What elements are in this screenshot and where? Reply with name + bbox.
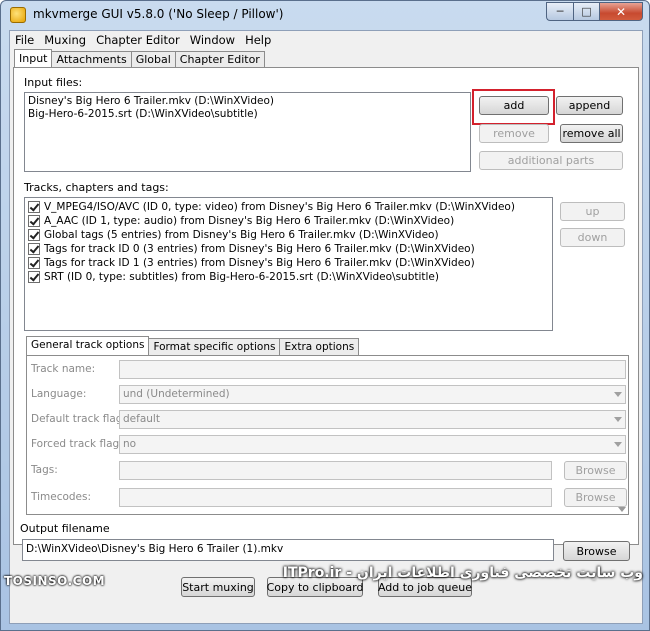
track-options-tabs: General track options Format specific op… [26,336,360,355]
checkbox-icon[interactable] [28,215,40,227]
client-area: File Muxing Chapter Editor Window Help I… [9,30,643,624]
track-item-audio[interactable]: A_AAC (ID 1, type: audio) from Disney's … [28,215,454,227]
maximize-button[interactable]: □ [573,2,599,21]
menu-help[interactable]: Help [240,31,276,49]
forced-flag-select[interactable]: no [119,435,626,454]
language-value: und (Undetermined) [123,388,230,400]
tab-format-specific-options[interactable]: Format specific options [148,338,281,355]
checkbox-icon[interactable] [28,243,40,255]
start-muxing-button[interactable]: Start muxing [181,577,255,597]
move-down-button[interactable]: down [560,228,625,247]
default-flag-value: default [123,413,160,425]
input-tab-panel: Input files: Disney's Big Hero 6 Trailer… [13,67,639,545]
tab-global[interactable]: Global [130,51,176,67]
timecodes-input[interactable] [119,488,552,507]
checkbox-icon[interactable] [28,229,40,241]
tracks-label: Tracks, chapters and tags: [24,181,169,194]
tags-label: Tags: [31,464,58,476]
track-item-label: V_MPEG4/ISO/AVC (ID 0, type: video) from… [44,201,515,213]
input-file-item[interactable]: Big-Hero-6-2015.srt (D:\WinXVideo\subtit… [28,108,258,120]
timecodes-browse-button[interactable]: Browse [564,488,627,507]
track-item-label: A_AAC (ID 1, type: audio) from Disney's … [44,215,455,227]
chevron-down-icon [614,417,622,422]
track-name-label: Track name: [31,363,96,375]
track-item-global-tags[interactable]: Global tags (5 entries) from Disney's Bi… [28,229,439,241]
tags-browse-button[interactable]: Browse [564,461,627,480]
title-bar[interactable]: mkvmerge GUI v5.8.0 ('No Sleep / Pillow'… [1,1,649,29]
input-file-item[interactable]: Disney's Big Hero 6 Trailer.mkv (D:\WinX… [28,95,274,107]
forced-flag-label: Forced track flag: [31,438,123,450]
checkbox-icon[interactable] [28,201,40,213]
menu-window[interactable]: Window [185,31,240,49]
watermark-itpro: وب سایت تخصصی فناوری اطلاعات ایران - ITP… [282,565,643,581]
track-item-video[interactable]: V_MPEG4/ISO/AVC (ID 0, type: video) from… [28,201,515,213]
language-label: Language: [31,388,87,400]
default-flag-label: Default track flag: [31,413,127,425]
default-flag-select[interactable]: default [119,410,626,429]
track-name-input[interactable] [119,360,626,379]
track-item-tags-1[interactable]: Tags for track ID 1 (3 entries) from Dis… [28,257,475,269]
input-files-label: Input files: [24,76,83,89]
forced-flag-value: no [123,438,137,450]
tab-general-track-options[interactable]: General track options [26,336,150,355]
checkbox-icon[interactable] [28,257,40,269]
caption-buttons: ─ □ ✕ [546,2,643,21]
remove-button[interactable]: remove [479,124,549,143]
track-item-tags-0[interactable]: Tags for track ID 0 (3 entries) from Dis… [28,243,475,255]
timecodes-label: Timecodes: [31,491,92,503]
checkbox-icon[interactable] [28,271,40,283]
tab-extra-options[interactable]: Extra options [279,338,360,355]
window-title: mkvmerge GUI v5.8.0 ('No Sleep / Pillow'… [33,7,284,21]
add-button[interactable]: add [479,96,549,115]
track-item-label: SRT (ID 0, type: subtitles) from Big-Her… [44,271,439,283]
move-up-button[interactable]: up [560,202,625,221]
close-button[interactable]: ✕ [599,2,643,21]
track-item-subtitles[interactable]: SRT (ID 0, type: subtitles) from Big-Her… [28,271,439,283]
output-filename-input[interactable]: D:\WinXVideo\Disney's Big Hero 6 Trailer… [22,539,554,561]
chevron-down-icon [614,392,622,397]
tab-input[interactable]: Input [14,49,53,67]
menu-muxing[interactable]: Muxing [39,31,91,49]
append-button[interactable]: append [556,96,623,115]
input-files-list[interactable]: Disney's Big Hero 6 Trailer.mkv (D:\WinX… [24,92,471,172]
output-filename-label: Output filename [20,522,110,535]
chevron-down-icon [614,442,622,447]
track-item-label: Tags for track ID 1 (3 entries) from Dis… [44,257,475,269]
track-options-group: General track options Format specific op… [24,336,636,518]
minimize-button[interactable]: ─ [546,2,573,21]
main-tabs: Input Attachments Global Chapter Editor [14,49,265,67]
additional-parts-button[interactable]: additional parts [479,151,623,170]
tracks-list[interactable]: V_MPEG4/ISO/AVC (ID 0, type: video) from… [24,197,553,331]
output-browse-button[interactable]: Browse [563,541,630,561]
menu-bar: File Muxing Chapter Editor Window Help [10,31,642,49]
track-item-label: Tags for track ID 0 (3 entries) from Dis… [44,243,475,255]
tab-chapter-editor[interactable]: Chapter Editor [174,51,265,67]
remove-all-button[interactable]: remove all [560,124,623,143]
language-select[interactable]: und (Undetermined) [119,385,626,404]
general-track-options-panel: Track name: Language: und (Undetermined)… [26,355,629,515]
watermark-tosinso: TOSINSO.COM [4,574,106,588]
tab-attachments[interactable]: Attachments [51,51,132,67]
app-icon [10,7,26,23]
track-item-label: Global tags (5 entries) from Disney's Bi… [44,229,439,241]
scroll-down-icon[interactable] [618,507,626,512]
menu-file[interactable]: File [10,31,39,49]
tags-input[interactable] [119,461,552,480]
app-window: mkvmerge GUI v5.8.0 ('No Sleep / Pillow'… [0,0,650,631]
menu-chapter-editor[interactable]: Chapter Editor [91,31,185,49]
